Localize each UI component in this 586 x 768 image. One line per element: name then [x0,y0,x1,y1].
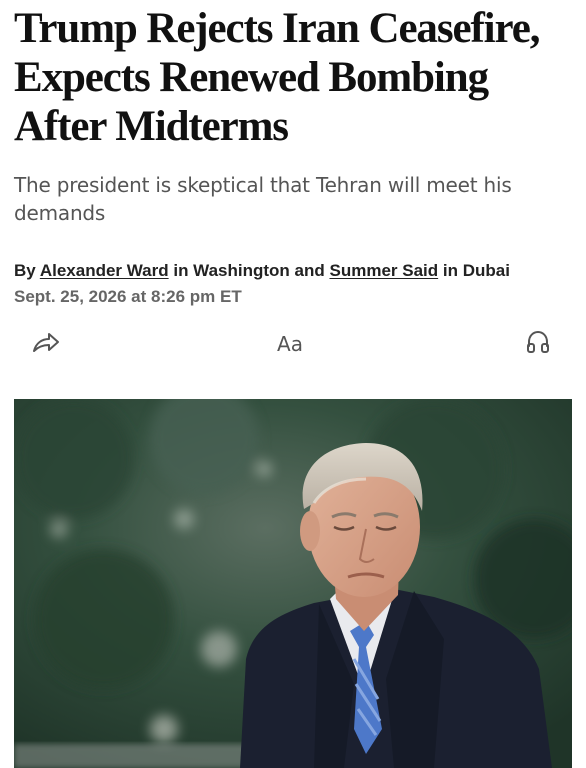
share-arrow-icon [31,329,61,360]
publish-timestamp: Sept. 25, 2026 at 8:26 pm ET [14,287,242,306]
byline-prefix: By [14,261,40,280]
text-size-button[interactable]: Aa [266,324,314,364]
author-link-summer-said[interactable]: Summer Said [329,261,438,280]
headphones-icon [525,329,551,360]
article: Trump Rejects Iran Ceasefire, Expects Re… [0,0,586,768]
author-link-alexander-ward[interactable]: Alexander Ward [40,261,169,280]
text-size-label: Aa [277,332,303,356]
article-dek: The president is skeptical that Tehran w… [14,173,512,225]
byline: By Alexander Ward in Washington and Summ… [14,259,574,283]
byline-location-1: in Washington and [168,261,330,280]
article-toolbar: Aa [0,324,586,364]
byline-location-2: in Dubai [438,261,510,280]
share-button[interactable] [26,324,66,364]
photo-illustration [14,399,572,768]
headline: Trump Rejects Iran Ceasefire, Expects Re… [14,5,540,150]
article-photo [14,399,572,768]
listen-button[interactable] [518,324,558,364]
